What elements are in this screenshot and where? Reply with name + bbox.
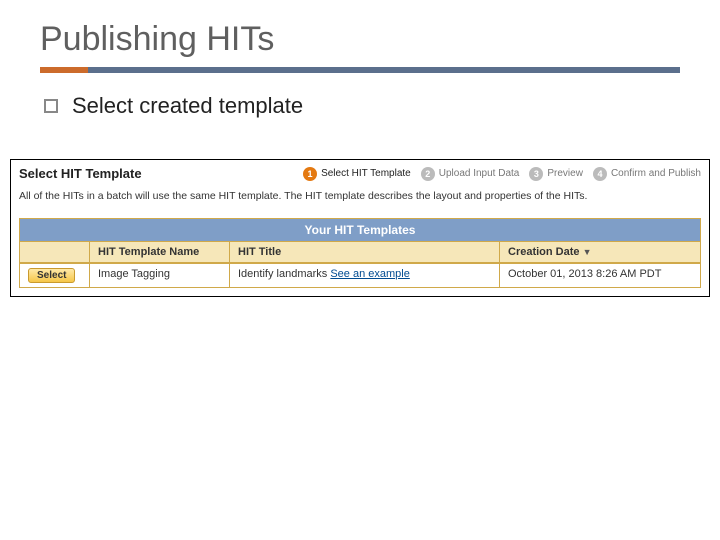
step-label: Preview (547, 168, 583, 179)
panel-heading: Select HIT Template (19, 166, 142, 181)
step-label: Select HIT Template (321, 168, 411, 179)
bullet-box-icon (44, 99, 58, 113)
table-title: Your HIT Templates (20, 219, 700, 241)
step-number-icon: 3 (529, 167, 543, 181)
bullet-item: Select created template (44, 93, 680, 119)
cell-select: Select (20, 263, 90, 287)
step-number-icon: 1 (303, 167, 317, 181)
cell-hit-title: Identify landmarks See an example (230, 263, 500, 287)
step-select-template[interactable]: 1 Select HIT Template (303, 167, 411, 181)
wizard-steps: 1 Select HIT Template 2 Upload Input Dat… (303, 167, 701, 181)
step-confirm-publish[interactable]: 4 Confirm and Publish (593, 167, 701, 181)
cell-template-name: Image Tagging (90, 263, 230, 287)
slide-title: Publishing HITs (40, 20, 680, 59)
step-number-icon: 4 (593, 167, 607, 181)
templates-table: Your HIT Templates HIT Template Name HIT… (19, 218, 701, 288)
step-upload-data[interactable]: 2 Upload Input Data (421, 167, 520, 181)
sort-desc-icon: ▼ (583, 247, 592, 257)
step-number-icon: 2 (421, 167, 435, 181)
title-rule (40, 67, 680, 73)
panel-description: All of the HITs in a batch will use the … (19, 189, 701, 204)
table-header-row: HIT Template Name HIT Title Creation Dat… (20, 241, 700, 262)
step-label: Confirm and Publish (611, 168, 701, 179)
step-label: Upload Input Data (439, 168, 520, 179)
screenshot-panel: Select HIT Template 1 Select HIT Templat… (10, 159, 710, 297)
table-row: Select Image Tagging Identify landmarks … (20, 262, 700, 287)
cell-creation-date: October 01, 2013 8:26 AM PDT (500, 263, 700, 287)
select-button[interactable]: Select (28, 268, 75, 283)
col-name-header[interactable]: HIT Template Name (90, 241, 230, 262)
col-select-header (20, 241, 90, 262)
col-date-header[interactable]: Creation Date ▼ (500, 241, 700, 262)
step-preview[interactable]: 3 Preview (529, 167, 583, 181)
see-example-link[interactable]: See an example (330, 268, 410, 280)
bullet-text: Select created template (72, 93, 303, 119)
col-date-label: Creation Date (508, 246, 580, 258)
hit-title-text: Identify landmarks (238, 268, 330, 280)
col-title-header[interactable]: HIT Title (230, 241, 500, 262)
